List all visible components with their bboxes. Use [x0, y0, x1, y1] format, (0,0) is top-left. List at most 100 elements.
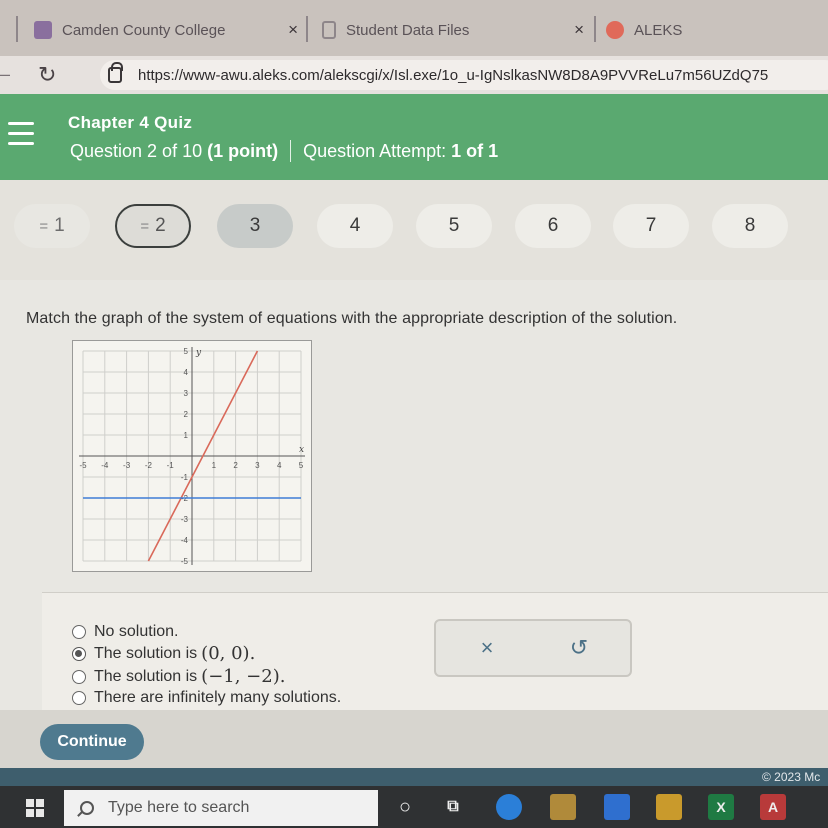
reload-icon[interactable]: ↻ [38, 62, 56, 88]
attempt-label: Question Attempt: [303, 140, 447, 161]
pill-number: 1 [54, 215, 65, 236]
radio-button[interactable] [72, 669, 86, 684]
continue-button[interactable]: Continue [40, 724, 144, 760]
tab-separator [594, 16, 596, 42]
windows-start-icon[interactable] [26, 799, 44, 817]
cortana-icon[interactable]: ○ [392, 794, 418, 820]
choice-text: The solution is [94, 667, 198, 685]
task-view-icon[interactable]: ⧉ [440, 794, 466, 820]
choice-text: The solution is [94, 644, 198, 662]
copyright-bar: © 2023 Mc [0, 768, 828, 786]
question-prompt: Match the graph of the system of equatio… [26, 310, 678, 327]
pill-number: 3 [249, 215, 261, 236]
question-status: Question 2 of 10 (1 point) Question Atte… [70, 140, 498, 162]
tab-separator [306, 16, 308, 42]
close-icon[interactable]: × [288, 20, 298, 40]
choice-math: (0, 0). [201, 643, 256, 664]
choice-math: (−1, −2). [201, 666, 286, 687]
tab-title: Camden County College [62, 21, 226, 39]
clear-button[interactable]: × [470, 631, 504, 665]
header-divider [290, 140, 292, 162]
mail-icon[interactable] [604, 794, 630, 820]
question-pill-7[interactable]: 7 [613, 204, 689, 248]
choice-no-solution[interactable]: No solution. [72, 623, 179, 641]
choice-text: No solution. [94, 623, 179, 640]
search-placeholder: Type here to search [108, 799, 250, 816]
choice-solution-neg1-neg2[interactable]: The solution is (−1, −2). [72, 666, 285, 687]
back-arrow-icon[interactable]: ‒ [0, 64, 16, 85]
copyright-text: © 2023 Mc [762, 770, 821, 784]
quiz-title: Chapter 4 Quiz [68, 113, 193, 132]
url-field[interactable]: https://www-awu.aleks.com/alekscgi/x/Isl… [100, 60, 828, 90]
question-label: Question 2 of 10 [70, 140, 203, 161]
access-icon[interactable]: A [760, 794, 786, 820]
y-tick-label: -1 [181, 473, 189, 482]
tab-student-data-files[interactable]: Student Data Files × [322, 12, 584, 48]
answer-panel: No solution. The solution is (0, 0). The… [42, 592, 828, 710]
edge-browser-icon[interactable] [496, 794, 522, 820]
undo-icon: ↺ [569, 635, 589, 660]
tab-title: ALEKS [634, 21, 683, 39]
pill-number: 4 [349, 215, 361, 236]
x-tick-label: -5 [79, 461, 87, 470]
document-favicon-icon [322, 21, 336, 39]
question-pill-8[interactable]: 8 [712, 204, 788, 248]
answered-icon: = [39, 217, 49, 235]
lock-icon [108, 62, 123, 83]
x-tick-label: 2 [233, 461, 238, 470]
close-icon[interactable]: × [574, 20, 584, 40]
question-points: (1 point) [207, 140, 279, 161]
excel-icon[interactable]: X [708, 794, 734, 820]
y-tick-label: 3 [184, 389, 189, 398]
choice-text: There are infinitely many solutions. [94, 689, 342, 706]
question-pill-1[interactable]: = 1 [14, 204, 90, 248]
undo-button[interactable]: ↺ [562, 631, 596, 665]
radio-button[interactable] [72, 625, 86, 639]
tab-separator [16, 16, 18, 42]
store-icon[interactable] [656, 794, 682, 820]
footer-strip: Continue [0, 710, 828, 768]
question-pill-6[interactable]: 6 [515, 204, 591, 248]
choice-infinitely-many[interactable]: There are infinitely many solutions. [72, 689, 341, 707]
question-pill-4[interactable]: 4 [317, 204, 393, 248]
x-tick-label: -1 [167, 461, 175, 470]
choice-solution-origin[interactable]: The solution is (0, 0). [72, 643, 255, 664]
question-pill-2[interactable]: = 2 [115, 204, 191, 248]
y-tick-label: -5 [181, 557, 189, 566]
x-tick-label: 3 [255, 461, 260, 470]
y-tick-label: -4 [181, 536, 189, 545]
question-pill-5[interactable]: 5 [416, 204, 492, 248]
pill-number: 8 [744, 215, 756, 236]
x-tick-label: -3 [123, 461, 131, 470]
pill-number: 5 [448, 215, 460, 236]
pill-number: 7 [645, 215, 657, 236]
file-explorer-icon[interactable] [550, 794, 576, 820]
coordinate-graph: -5-4-3-2-11234554321-1-2-3-4-5xy [72, 340, 312, 572]
y-axis-label: y [195, 348, 202, 358]
tab-aleks[interactable]: ALEKS [606, 12, 828, 48]
x-tick-label: -2 [145, 461, 153, 470]
pill-number: 2 [155, 215, 166, 236]
x-tick-label: 1 [212, 461, 217, 470]
url-text: https://www-awu.aleks.com/alekscgi/x/Isl… [138, 66, 769, 84]
close-icon: × [480, 635, 494, 660]
aleks-header: Chapter 4 Quiz Question 2 of 10 (1 point… [0, 94, 828, 180]
taskbar-search[interactable]: Type here to search [64, 790, 378, 826]
tab-title: Student Data Files [346, 21, 470, 39]
radio-button-selected[interactable] [72, 646, 86, 661]
answered-icon: = [140, 217, 150, 235]
x-tick-label: 5 [299, 461, 304, 470]
graph-svg: -5-4-3-2-11234554321-1-2-3-4-5xy [79, 347, 305, 566]
browser-tab-strip: Camden County College × Student Data Fil… [0, 0, 828, 56]
search-icon [80, 801, 94, 815]
menu-icon[interactable] [8, 122, 34, 152]
y-tick-label: -3 [181, 515, 189, 524]
y-tick-label: 1 [184, 431, 189, 440]
tab-camden-county-college[interactable]: Camden County College × [34, 12, 298, 48]
college-favicon-icon [34, 21, 52, 39]
question-nav: = 1 = 2 3 4 5 6 7 8 [0, 180, 828, 280]
question-pill-3[interactable]: 3 [217, 204, 293, 248]
address-bar: ‒ ↻ https://www-awu.aleks.com/alekscgi/x… [0, 56, 828, 94]
radio-button[interactable] [72, 691, 86, 705]
pill-number: 6 [547, 215, 559, 236]
